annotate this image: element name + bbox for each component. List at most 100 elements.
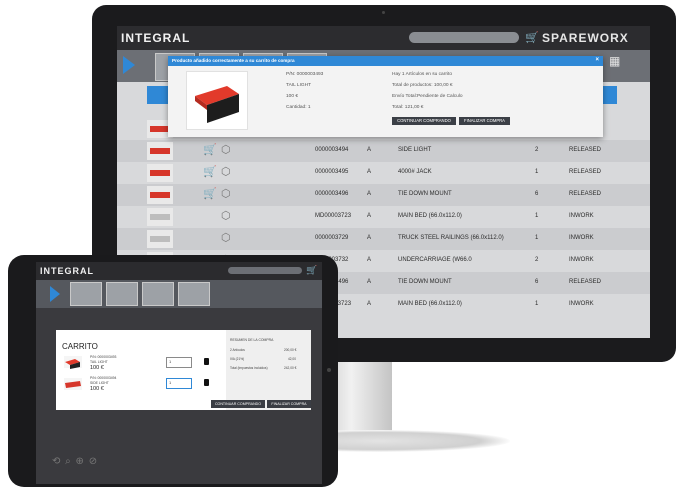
3d-view-icon[interactable]: ⬡ (221, 143, 231, 156)
part-number: 0000003494 (315, 147, 349, 153)
table-row[interactable]: 🛒 ⬡ 0000003494 A SIDE LIGHT 2 RELEASED (117, 140, 650, 162)
cart-products-total: Total de productos: 100,00 € (392, 83, 453, 88)
tablet-top-bar: INTEGRAL 🛒 (36, 262, 322, 280)
cart-modal: CARRITO P/N: 0000003493 TAIL LIGHT 100 €… (56, 330, 311, 410)
revision: A (367, 301, 372, 307)
integral-logo: INTEGRAL (121, 31, 191, 45)
quantity: 1 (535, 301, 539, 307)
revision: A (367, 169, 372, 175)
quantity-stepper[interactable]: 1 (166, 357, 192, 368)
trash-icon[interactable] (204, 358, 209, 365)
revision: A (367, 235, 372, 241)
product-pn: P/N: 0000003493 (286, 72, 324, 77)
cart-item-price: 100 € (90, 365, 104, 371)
cart-title: CARRITO (62, 342, 98, 351)
quantity: 6 (535, 191, 539, 197)
summary-value: 42,00 (288, 357, 296, 361)
add-to-cart-icon[interactable]: 🛒 (203, 187, 217, 200)
part-number: 0000003496 (315, 191, 349, 197)
table-row[interactable]: 🛒 ⬡ 0000003496 A TIE DOWN MOUNT 6 RELEASED (117, 184, 650, 206)
table-row[interactable]: ⬡ 0000003729 A TRUCK STEEL RAILINGS (66.0x1… (117, 228, 650, 250)
integral-logo: INTEGRAL (40, 266, 94, 276)
added-to-cart-modal: Producto añadido correctamente a su carr… (168, 56, 603, 137)
continue-shopping-button[interactable]: CONTINUAR COMPRANDO (392, 117, 456, 125)
finish-purchase-button[interactable]: FINALIZAR COMPRA (267, 400, 311, 408)
3d-view-icon[interactable]: ⬡ (221, 165, 231, 178)
product-price: 100 € (286, 94, 299, 99)
close-icon[interactable]: × (595, 57, 599, 63)
part-thumbnail (147, 142, 173, 160)
cart-icon[interactable]: 🛒 (525, 31, 539, 44)
cart-item-name: SIDE LIGHT (90, 381, 109, 385)
3d-view-icon[interactable]: ⬡ (221, 209, 231, 222)
table-row[interactable]: ⬡ MD00003723 A MAIN BED (66.0x112.0) 1 INWORK (117, 206, 650, 228)
product-name: TAIL LIGHT (286, 83, 312, 88)
status: INWORK (569, 235, 594, 241)
cart-item-price: 100 € (90, 386, 104, 392)
status: RELEASED (569, 169, 602, 175)
tablet-home-dot (327, 368, 331, 372)
summary-value: 242,00 € (284, 366, 297, 370)
add-to-cart-icon[interactable]: 🛒 (203, 165, 217, 178)
continue-shopping-button[interactable]: CONTINUAR COMPRANDO (211, 400, 265, 408)
part-name: SIDE LIGHT (398, 147, 432, 153)
cart-item-image (64, 378, 82, 390)
revision: A (367, 147, 372, 153)
part-name: MAIN BED (66.0x112.0) (398, 213, 462, 219)
part-thumbnail (147, 164, 173, 182)
cart-item-image (64, 356, 82, 369)
assembly-thumbnail[interactable] (106, 282, 138, 306)
summary-value: 200,00 € (284, 348, 297, 352)
viewer-toolbar-icons[interactable]: ⟲ ⌕ ⊕ ⊘ (52, 456, 98, 467)
play-arrow-icon[interactable] (123, 56, 135, 74)
spareworx-logo: SPAREWORX (542, 31, 629, 45)
part-name: TRUCK STEEL RAILINGS (66.0x112.0) (398, 235, 504, 241)
quantity: 6 (535, 279, 539, 285)
tablet-screen: INTEGRAL 🛒 CARRITO P/N: 0000003493 TAIL … (36, 262, 322, 484)
status: INWORK (569, 213, 594, 219)
part-thumbnail (147, 186, 173, 204)
cart-shipping: Envío Total:Pendiente de Calculo (392, 94, 463, 99)
assembly-thumbnail[interactable] (142, 282, 174, 306)
trash-icon[interactable] (204, 379, 209, 386)
revision: A (367, 257, 372, 263)
add-to-cart-icon[interactable]: 🛒 (203, 143, 217, 156)
3d-view-icon[interactable]: ⬡ (221, 187, 231, 200)
search-input[interactable] (409, 32, 519, 43)
search-input[interactable] (228, 267, 302, 274)
status: INWORK (569, 257, 594, 263)
summary-label: Total (impuestos incluidos) (230, 366, 268, 370)
top-bar: INTEGRAL 🛒 SPAREWORX (117, 26, 650, 50)
status: INWORK (569, 301, 594, 307)
part-name: 4000# JACK (398, 169, 432, 175)
part-name: TIE DOWN MOUNT (398, 191, 452, 197)
cart-panel: CARRITO P/N: 0000003493 TAIL LIGHT 100 €… (56, 330, 226, 410)
grid-view-icon[interactable]: ▦ (609, 54, 620, 68)
part-name: TIE DOWN MOUNT (398, 279, 452, 285)
assembly-thumbnail[interactable] (70, 282, 102, 306)
part-number: 0000003495 (315, 169, 349, 175)
modal-title: Producto añadido correctamente a su carr… (172, 58, 295, 63)
quantity-stepper[interactable]: 1 (166, 378, 192, 389)
product-quantity: Cantidad: 1 (286, 105, 311, 110)
3d-view-icon[interactable]: ⬡ (221, 231, 231, 244)
cart-item-count: Hay 1 Artículos en su carrito (392, 72, 452, 77)
table-row[interactable]: 🛒 ⬡ 0000003495 A 4000# JACK 1 RELEASED (117, 162, 650, 184)
modal-header: Producto añadido correctamente a su carr… (168, 56, 603, 66)
part-number: 0000003729 (315, 235, 349, 241)
quantity: 2 (535, 257, 539, 263)
product-image (186, 71, 248, 130)
part-name: MAIN BED (66.0x112.0) (398, 301, 462, 307)
cart-icon[interactable]: 🛒 (306, 265, 317, 276)
play-arrow-icon[interactable] (50, 286, 60, 302)
part-thumbnail (147, 208, 173, 226)
cart-item-pn: P/N: 0000003494 (90, 376, 117, 380)
finish-purchase-button[interactable]: FINALIZAR COMPRA (459, 117, 510, 125)
revision: A (367, 279, 372, 285)
tablet-thumbnail-strip (36, 280, 322, 308)
status: RELEASED (569, 279, 602, 285)
status: RELEASED (569, 147, 602, 153)
status: RELEASED (569, 191, 602, 197)
part-name: UNDERCARRIAGE (W66.0 (398, 257, 472, 263)
assembly-thumbnail[interactable] (178, 282, 210, 306)
